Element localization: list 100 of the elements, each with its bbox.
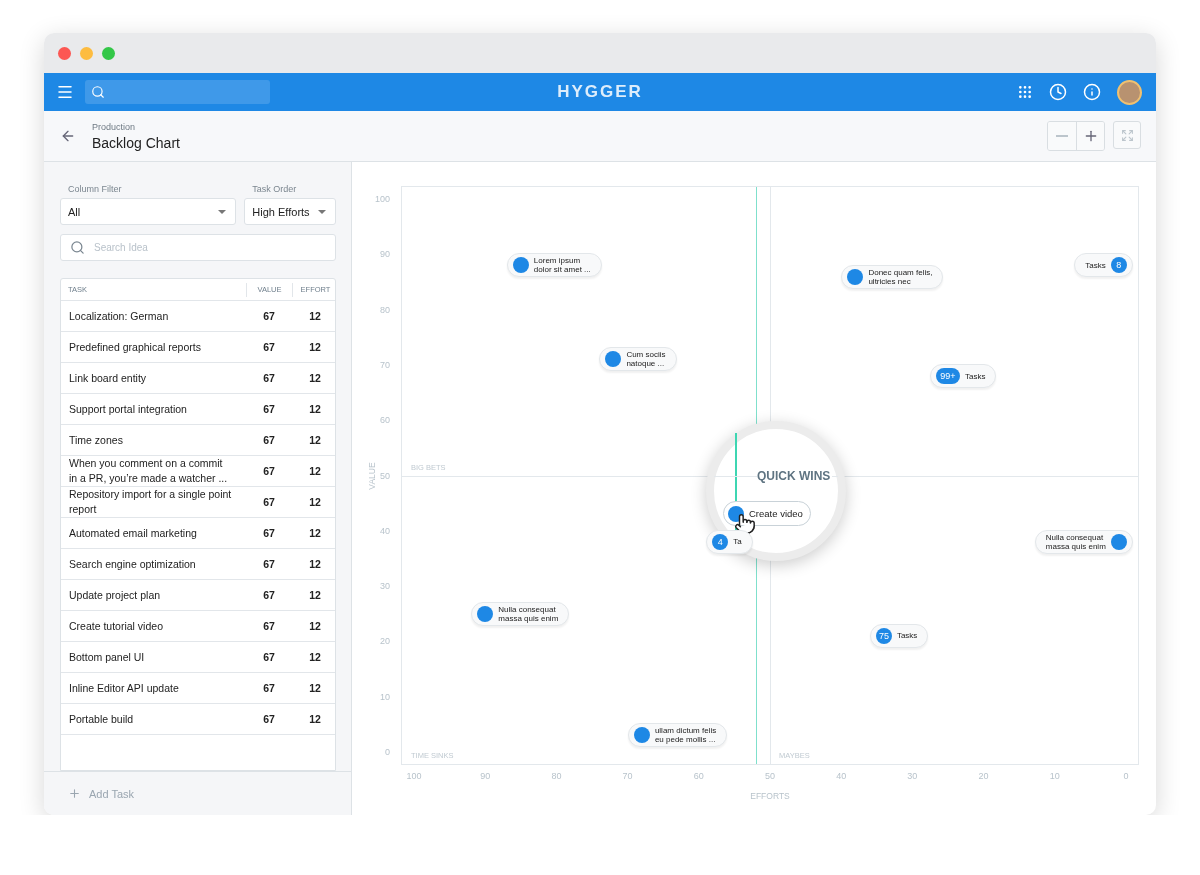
filter-label: Task Order <box>251 184 298 194</box>
task-name: Bottom panel UI <box>68 649 146 665</box>
effort-cell-text: 12 <box>308 341 322 353</box>
chip-label: Create video <box>749 508 803 519</box>
axis-tick-label: 60 <box>693 771 704 781</box>
task-name: Predefined graphical reports <box>68 339 202 355</box>
count-badge: 4 <box>712 533 729 550</box>
traffic-light-button[interactable] <box>58 46 71 60</box>
axis-tick-label: 50 <box>380 470 390 481</box>
task-row[interactable]: Inline Editor API update 67 12 <box>61 673 335 704</box>
axis-tick-label: 50 <box>765 771 775 781</box>
effort-cell-text: 12 <box>308 589 322 601</box>
task-row[interactable]: Search engine optimization 67 12 <box>61 549 335 580</box>
chip-label: Cum sociis natoque ... <box>626 350 666 369</box>
task-row[interactable]: Localization: German 67 12 <box>61 301 335 332</box>
back-arrow-icon[interactable] <box>60 128 76 144</box>
task-row[interactable]: Repository import for a single point report 67 12 <box>61 487 335 518</box>
effort-cell-text: 12 <box>308 713 322 725</box>
search-field[interactable]: Search Idea <box>60 234 336 261</box>
chip-label: Donec quam felis, ultricies nec <box>868 267 933 286</box>
axis-tick-label: 40 <box>380 525 390 536</box>
task-row[interactable]: Bottom panel UI 67 12 <box>61 642 335 673</box>
effort-cell-text: 12 <box>308 403 322 415</box>
task-chip[interactable]: Lorem ipsum dolor sit amet ... <box>506 253 602 278</box>
axis-tick-label: 100 <box>406 771 422 781</box>
task-row[interactable]: Automated email marketing 67 12 <box>61 518 335 549</box>
task-row[interactable]: Time zones 67 12 <box>61 425 335 456</box>
task-name: Search engine optimization <box>68 556 197 572</box>
task-group-chip[interactable]: Tasks 8 <box>1074 253 1133 278</box>
task-row[interactable]: Update project plan 67 12 <box>61 580 335 611</box>
axis-tick-label: 10 <box>1049 771 1060 781</box>
value-cell-text: 67 <box>262 310 276 322</box>
task-chip[interactable]: Cum sociis natoque ... <box>599 347 677 372</box>
task-name: Localization: German <box>68 308 170 324</box>
info-icon[interactable] <box>1083 83 1101 101</box>
chip-label: Tasks <box>1085 260 1106 270</box>
axis-tick-label: 90 <box>480 771 491 781</box>
axis-tick-label: 60 <box>380 415 390 426</box>
caret-icon <box>318 209 326 214</box>
count-badge: 99+ <box>935 368 960 384</box>
filter-dropdown[interactable]: All <box>60 198 237 225</box>
axis-tick-label: 70 <box>380 359 390 370</box>
count-badge: 8 <box>1110 257 1127 274</box>
effort-cell-text: 12 <box>308 496 322 508</box>
value-cell-text: 67 <box>262 403 276 415</box>
task-name: When you comment on a commit in a PR, you’re made a watcher ... <box>68 456 229 486</box>
apps-grid-icon[interactable] <box>1017 84 1033 100</box>
traffic-light-button[interactable] <box>102 46 115 60</box>
dropdown-value: All <box>68 205 81 218</box>
task-group-chip[interactable]: 75 Tasks <box>869 623 929 648</box>
task-chip[interactable]: Nulla consequat massa quis enim <box>471 601 570 626</box>
task-name: Time zones <box>68 432 124 448</box>
effort-cell-text: 12 <box>308 465 322 477</box>
traffic-light-button[interactable] <box>80 46 93 60</box>
task-group-chip[interactable]: 4 Ta <box>706 529 753 554</box>
value-cell-text: 67 <box>262 558 276 570</box>
value-cell-text: 67 <box>262 341 276 353</box>
task-group-chip[interactable]: 99+ Tasks <box>929 364 997 388</box>
avatar[interactable] <box>1117 79 1142 105</box>
fullscreen-button[interactable] <box>1113 121 1141 149</box>
task-row[interactable]: Support portal integration 67 12 <box>61 394 335 425</box>
task-chip[interactable]: Donec quam felis, ultricies nec <box>841 264 944 289</box>
task-row[interactable]: When you comment on a commit in a PR, you’re made a watcher ... 67 12 <box>61 456 335 487</box>
expand-icon <box>1120 128 1134 142</box>
task-row[interactable]: Create tutorial video 67 12 <box>61 611 335 642</box>
quadrant-label: QUICK WINS <box>757 469 833 483</box>
task-name: Create tutorial video <box>68 618 164 634</box>
filter-label: Column Filter <box>67 184 123 194</box>
task-row[interactable]: Predefined graphical reports 67 12 <box>61 332 335 363</box>
axis-tick-label: 80 <box>380 304 390 315</box>
page-title: Backlog Chart <box>92 134 180 151</box>
value-cell-text: 67 <box>262 651 276 663</box>
task-chip[interactable]: Nulla consequat massa quis enim <box>1034 529 1133 554</box>
task-name: Inline Editor API update <box>68 680 180 696</box>
axis-tick-label: 80 <box>551 771 562 781</box>
task-chip[interactable]: Create video <box>723 501 811 526</box>
plus-icon <box>68 787 81 800</box>
task-name: Repository import for a single point report <box>68 487 233 517</box>
axis-tick-label: 70 <box>622 771 633 781</box>
task-row[interactable]: Link board entity 67 12 <box>61 363 335 394</box>
effort-cell-text: 12 <box>308 434 322 446</box>
zoom-in-button[interactable] <box>1076 122 1104 150</box>
chip-label: Lorem ipsum dolor sit amet ... <box>533 256 591 275</box>
effort-cell-text: 12 <box>308 651 322 663</box>
value-cell-text: 67 <box>262 620 276 632</box>
menu-icon[interactable] <box>56 83 74 101</box>
axis-tick-label: 90 <box>380 249 390 260</box>
value-cell-text: 67 <box>262 465 276 477</box>
minus-icon <box>1056 135 1068 137</box>
task-row[interactable]: Portable build 67 12 <box>61 704 335 735</box>
point-marker <box>728 505 744 522</box>
filter-dropdown[interactable]: High Efforts <box>244 198 336 225</box>
task-name: Update project plan <box>68 587 162 603</box>
clock-icon[interactable] <box>1049 83 1067 101</box>
axis-tick-label: 30 <box>907 771 918 781</box>
task-name: Automated email marketing <box>68 525 198 541</box>
task-name: Portable build <box>68 711 135 727</box>
effort-cell-text: 12 <box>308 527 322 539</box>
search-field[interactable] <box>85 80 270 104</box>
task-chip[interactable]: ullam dictum felis eu pede mollis ... <box>627 723 728 748</box>
